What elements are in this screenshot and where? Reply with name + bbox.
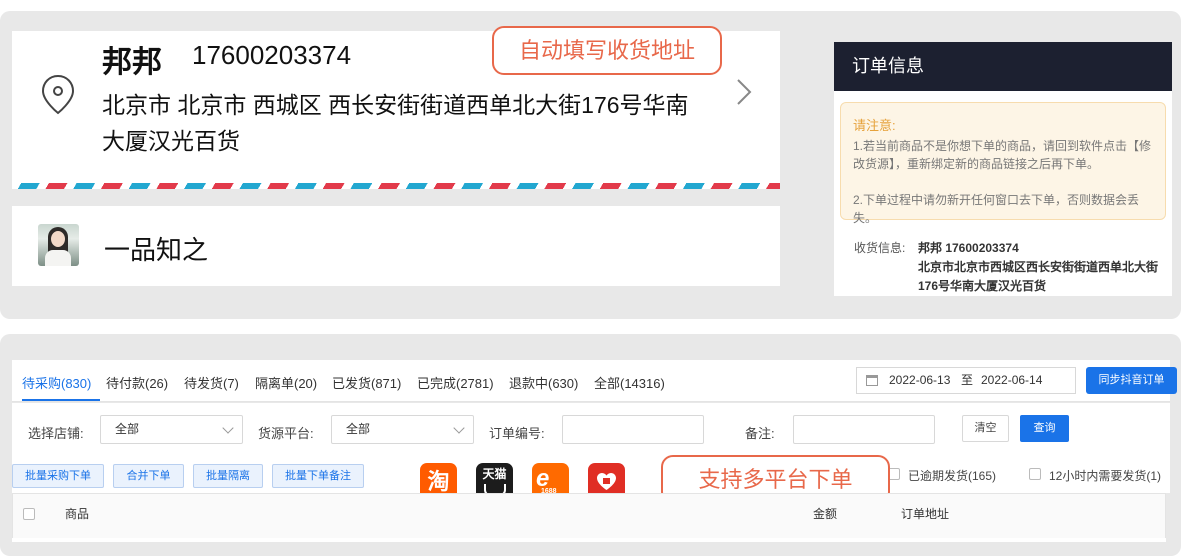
tab-completed[interactable]: 已完成(2781) [417, 373, 494, 392]
source-platform-select[interactable]: 全部 [331, 415, 474, 444]
receiver-name: 邦邦 [102, 46, 162, 79]
calendar-icon [866, 375, 878, 386]
clear-button[interactable]: 清空 [962, 415, 1009, 442]
notice-line-2: 2.下单过程中请勿新开任何窗口去下单，否则数据会丢失。 [853, 193, 1140, 225]
date-separator: 至 [961, 373, 974, 387]
column-order-address: 订单地址 [901, 507, 950, 521]
tab-pending-payment[interactable]: 待付款(26) [106, 373, 168, 392]
receiver-address: 北京市 北京市 西城区 西长安街街道西单北大街176号华南大厦汉光百货 [102, 92, 689, 154]
remark-input[interactable] [793, 415, 935, 444]
notice-box: 请注意: 1.若当前商品不是你想下单的商品，请回到软件点击【修改货源】，重新绑定… [840, 102, 1166, 225]
tmall-logo-text: 天猫 [482, 467, 507, 481]
chevron-down-icon [222, 422, 234, 434]
order-tabs: 待采购(830) 待付款(26) 待发货(7) 隔离单(20) 已发货(871)… [12, 360, 1177, 402]
within-12h-label: 12小时内需要发货(1) [1049, 469, 1162, 483]
order-number-label: 订单编号: [489, 426, 545, 441]
notice-title: 请注意: [853, 118, 896, 133]
shop-name: 一品知之 [104, 235, 209, 265]
tab-pending-purchase[interactable]: 待采购(830) [22, 373, 91, 392]
location-pin-icon [41, 74, 75, 115]
order-number-input[interactable] [562, 415, 704, 444]
active-tab-indicator [22, 399, 100, 401]
merge-order-button[interactable]: 合并下单 [113, 464, 184, 488]
chevron-right-icon[interactable] [734, 77, 754, 107]
bulk-remark-button[interactable]: 批量下单备注 [272, 464, 364, 488]
order-table-header: 商品 金额 订单地址 [12, 493, 1166, 539]
select-all-checkbox[interactable] [23, 508, 35, 520]
filter-bar: 选择店铺: 全部 货源平台: 全部 订单编号: 备注: 清空 查询 [12, 403, 1170, 455]
source-platform-label: 货源平台: [258, 426, 314, 441]
shop-avatar [38, 224, 79, 266]
date-end: 2022-06-14 [981, 373, 1043, 387]
chevron-down-icon [453, 422, 465, 434]
query-button[interactable]: 查询 [1020, 415, 1069, 442]
tab-refunding[interactable]: 退款中(630) [509, 373, 578, 392]
within-12h-checkbox[interactable] [1029, 468, 1041, 480]
tab-pending-shipment[interactable]: 待发货(7) [184, 373, 239, 392]
overdue-label: 已逾期发货(165) [908, 469, 997, 483]
order-info-panel: 订单信息 请注意: 1.若当前商品不是你想下单的商品，请回到软件点击【修改货源】… [834, 42, 1172, 296]
airmail-stripe [12, 183, 780, 189]
column-amount: 金额 [813, 507, 838, 521]
remark-label: 备注: [745, 426, 775, 441]
source-platform-value: 全部 [346, 422, 371, 436]
bulk-purchase-button[interactable]: 批量采购下单 [12, 464, 104, 488]
receiver-info-label: 收货信息: [854, 241, 906, 255]
shop-select-value: 全部 [115, 422, 140, 436]
order-info-title: 订单信息 [834, 42, 1172, 91]
table-body-edge [12, 538, 1166, 542]
receiver-phone: 17600203374 [192, 40, 352, 70]
receiver-info-address: 北京市北京市西城区西长安街街道西单北大街176号华南大厦汉光百货 [918, 260, 1159, 293]
tab-isolated[interactable]: 隔离单(20) [255, 373, 317, 392]
shop-select[interactable]: 全部 [100, 415, 243, 444]
date-start: 2022-06-13 [889, 373, 951, 387]
bulk-isolate-button[interactable]: 批量隔离 [193, 464, 263, 488]
column-product: 商品 [65, 507, 90, 521]
shop-select-label: 选择店铺: [28, 426, 84, 441]
date-range-picker[interactable]: 2022-06-13 至 2022-06-14 [856, 367, 1076, 394]
notice-line-1: 1.若当前商品不是你想下单的商品，请回到软件点击【修改货源】，重新绑定新的商品链… [853, 139, 1152, 171]
receiver-info-name-phone: 邦邦 17600203374 [918, 241, 1019, 255]
sync-douyin-orders-button[interactable]: 同步抖音订单 [1086, 367, 1177, 394]
shop-card[interactable]: 一品知之 [12, 206, 780, 286]
tab-all[interactable]: 全部(14316) [594, 373, 665, 392]
tab-shipped[interactable]: 已发货(871) [332, 373, 401, 392]
auto-fill-address-callout: 自动填写收货地址 [492, 26, 722, 75]
